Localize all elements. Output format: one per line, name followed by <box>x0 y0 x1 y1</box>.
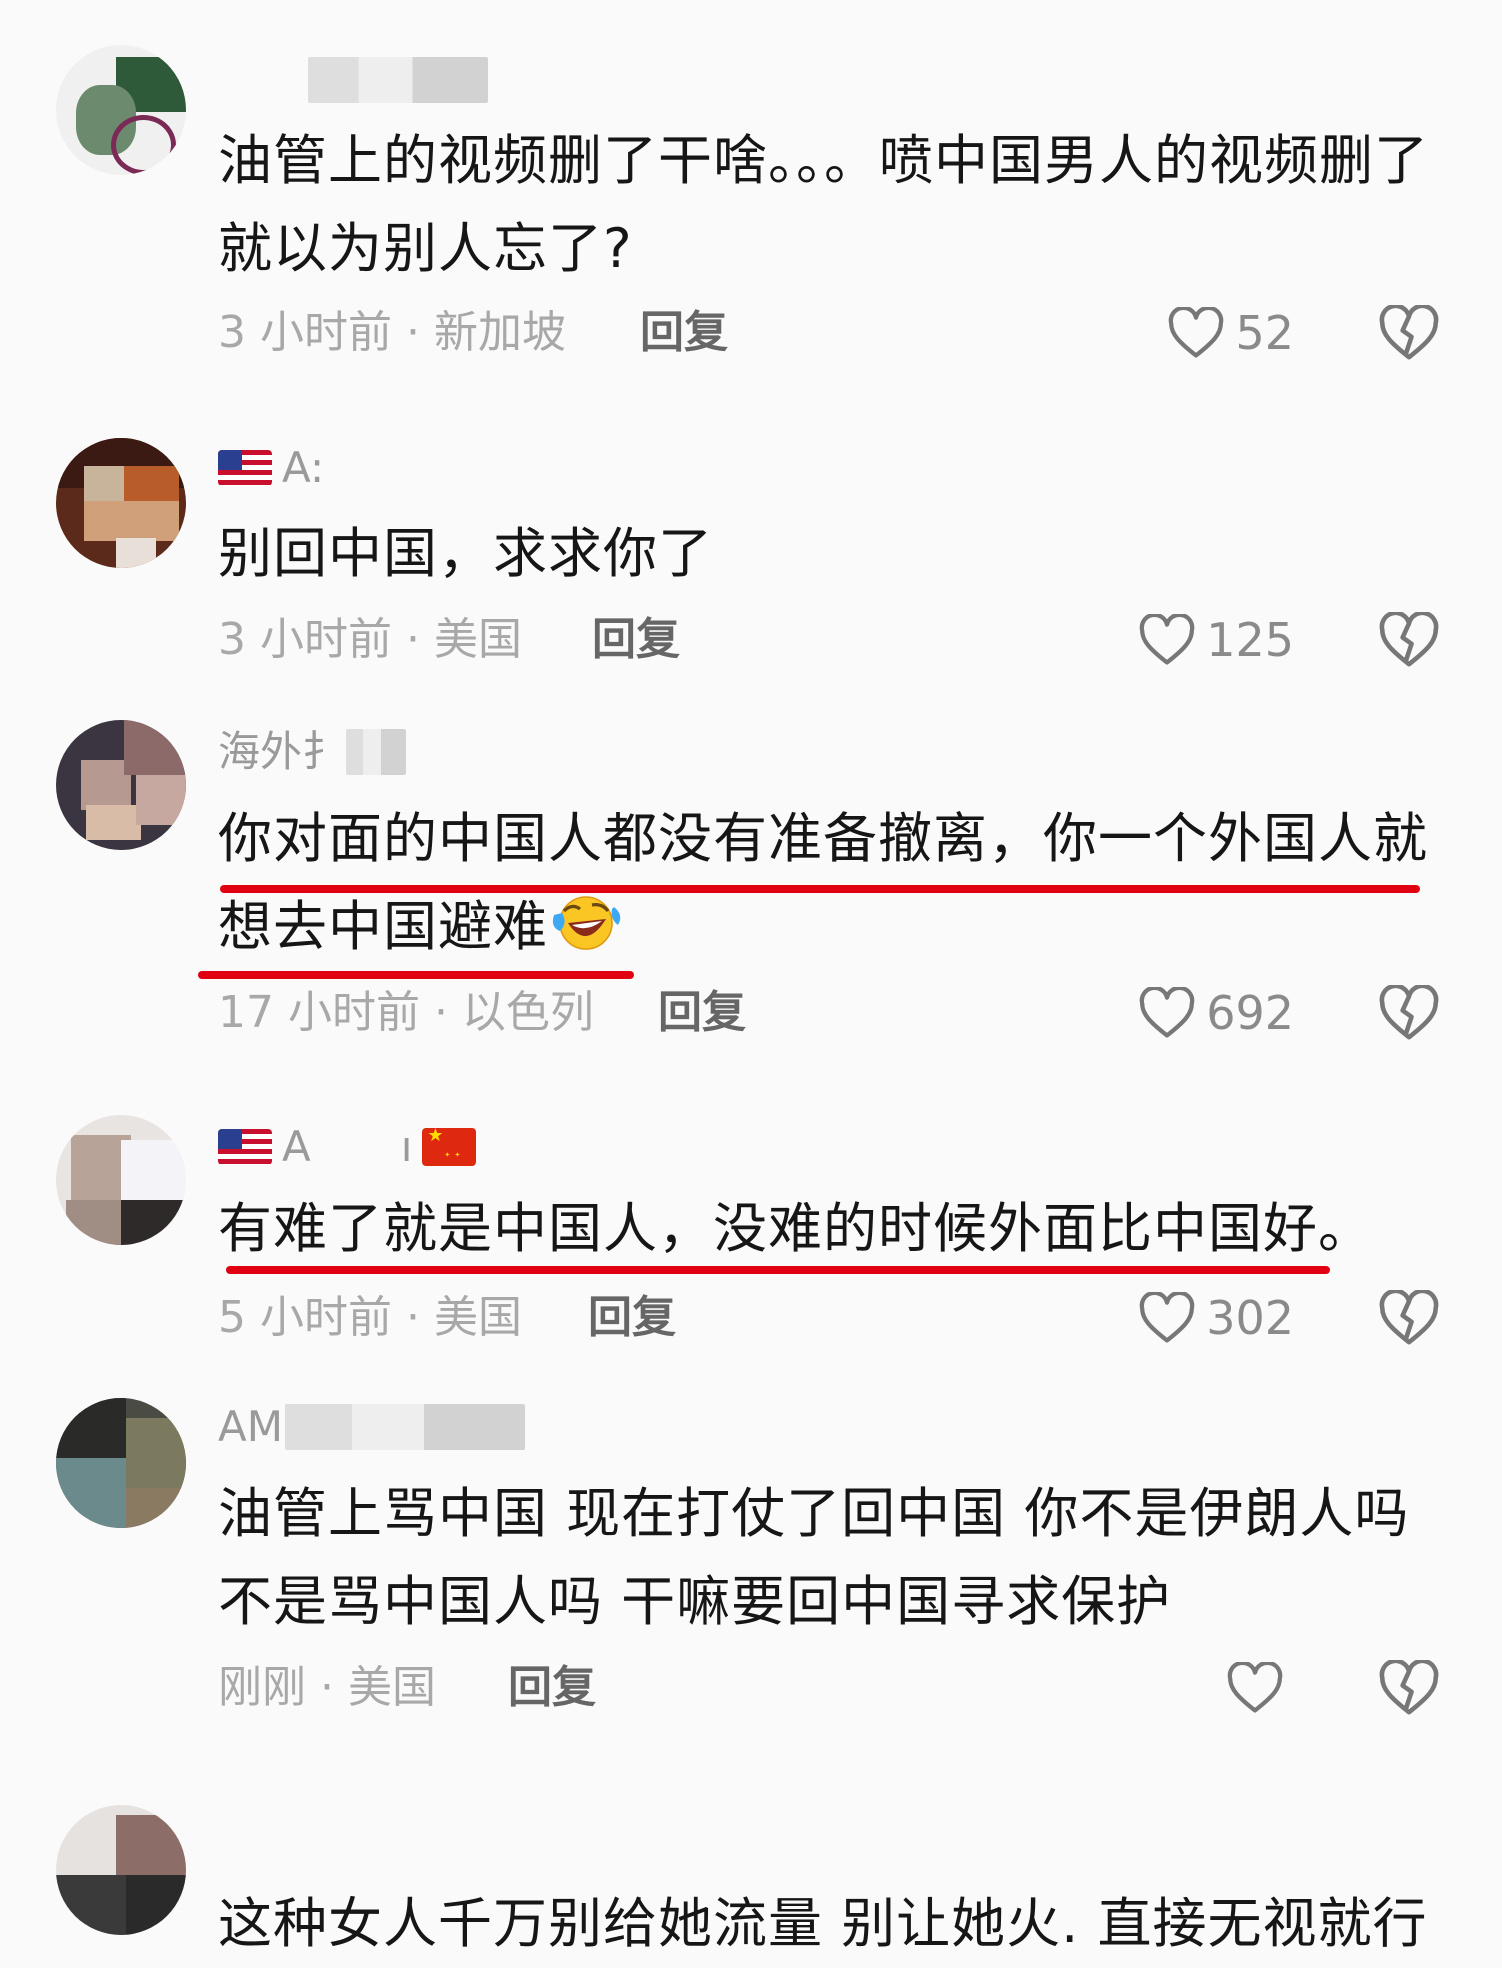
like-button[interactable] <box>1226 1660 1294 1716</box>
avatar[interactable] <box>56 1398 186 1528</box>
red-underline <box>220 885 1420 893</box>
username[interactable]: A ı <box>218 1122 477 1172</box>
heart-outline-icon <box>1138 614 1196 666</box>
reply-button[interactable]: 回复 <box>508 1660 596 1716</box>
avatar[interactable] <box>56 720 186 850</box>
china-flag-icon <box>422 1128 477 1166</box>
comment-meta: 3 小时前 · 新加坡 <box>218 307 566 358</box>
username[interactable] <box>218 55 488 105</box>
username[interactable]: AM <box>218 1402 525 1452</box>
like-count: 125 <box>1206 613 1294 667</box>
broken-heart-icon[interactable] <box>1378 612 1440 668</box>
comment-text: 油管上的视频删了干啥。。。喷中国男人的视频删了就以为别人忘了? <box>218 129 1429 280</box>
heart-outline-icon <box>1226 1662 1284 1714</box>
reply-button[interactable]: 回复 <box>658 985 746 1041</box>
comment-meta: 5 小时前 · 美国 <box>218 1292 522 1343</box>
like-count: 52 <box>1235 306 1294 360</box>
comment-text-line-1: 油管上骂中国 现在打仗了回中国 你不是伊朗人吗 <box>218 1482 1410 1545</box>
like-count: 692 <box>1206 986 1294 1040</box>
like-button[interactable]: 52 <box>1167 305 1294 361</box>
like-count: 302 <box>1206 1291 1294 1345</box>
comment-text: 你对面的中国人都没有准备撤离，你一个外国人就 想去中国避难 <box>218 795 1438 971</box>
us-flag-icon <box>218 450 272 486</box>
username[interactable]: A: <box>218 443 324 493</box>
comment-text: 这种女人千万别给她流量 别让她火. 直接无视就行 <box>218 1892 1428 1955</box>
heart-outline-icon <box>1138 987 1196 1039</box>
comment-meta: 3 小时前 · 美国 <box>218 614 522 665</box>
username-mosaic <box>308 57 488 103</box>
avatar[interactable] <box>56 45 186 175</box>
laughing-crying-emoji-icon <box>552 891 624 953</box>
username-mosaic <box>346 729 407 775</box>
broken-heart-icon[interactable] <box>1378 1290 1440 1346</box>
broken-heart-icon[interactable] <box>1378 305 1440 361</box>
avatar[interactable] <box>56 1115 186 1245</box>
username-mosaic <box>284 1404 525 1450</box>
reply-button[interactable]: 回复 <box>588 1290 676 1346</box>
broken-heart-icon[interactable] <box>1378 1660 1440 1716</box>
heart-outline-icon <box>1138 1292 1196 1344</box>
comment-text-line-2: 不是骂中国人吗 干嘛要回中国寻求保护 <box>218 1570 1172 1633</box>
username[interactable]: 海外扌 <box>218 727 407 777</box>
heart-outline-icon <box>1167 307 1225 359</box>
red-underline <box>198 971 634 979</box>
red-underline <box>226 1266 1330 1274</box>
avatar[interactable] <box>56 438 186 568</box>
comment-text: 别回中国，求求你了 <box>218 522 713 585</box>
comment-meta: 17 小时前 · 以色列 <box>218 987 594 1038</box>
us-flag-icon <box>218 1129 272 1165</box>
comment-text: 有难了就是中国人，没难的时候外面比中国好。 <box>218 1197 1373 1260</box>
comment-text-line-1: 你对面的中国人都没有准备撤离，你一个外国人就 <box>218 807 1428 870</box>
comment-text: 油管上骂中国 现在打仗了回中国 你不是伊朗人吗 不是骂中国人吗 干嘛要回中国寻求… <box>218 1470 1438 1646</box>
like-button[interactable]: 302 <box>1138 1290 1294 1346</box>
avatar[interactable] <box>56 1805 186 1935</box>
broken-heart-icon[interactable] <box>1378 985 1440 1041</box>
comment-meta: 刚刚 · 美国 <box>218 1662 436 1713</box>
comment-text-line-2: 想去中国避难 <box>218 883 1438 971</box>
reply-button[interactable]: 回复 <box>640 305 728 361</box>
reply-button[interactable]: 回复 <box>592 612 680 668</box>
like-button[interactable]: 125 <box>1138 612 1294 668</box>
like-button[interactable]: 692 <box>1138 985 1294 1041</box>
